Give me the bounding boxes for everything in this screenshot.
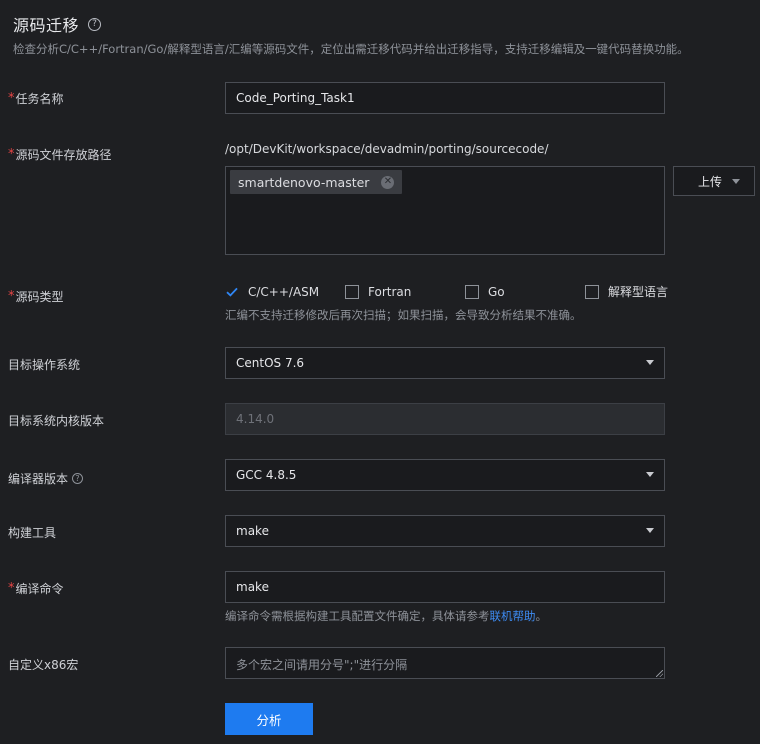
checkbox-interpreted[interactable]: 解释型语言 <box>585 283 668 300</box>
chevron-down-icon <box>646 472 654 477</box>
chevron-down-icon <box>732 179 740 184</box>
resize-handle[interactable] <box>656 670 663 677</box>
online-help-link[interactable]: 联机帮助 <box>490 609 536 623</box>
chevron-down-icon <box>646 360 654 365</box>
x86-macro-label: 自定义x86宏 <box>8 658 79 672</box>
compiler-version-label: 编译器版本 ? <box>8 470 84 487</box>
close-icon[interactable]: ✕ <box>381 175 395 189</box>
task-name-label: * 任务名称 <box>8 91 64 106</box>
kernel-version-input: 4.14.0 <box>225 403 665 435</box>
page-title: 源码迁移 <box>13 16 80 35</box>
checkbox-c-cpp-asm[interactable]: C/C++/ASM <box>225 283 345 300</box>
checkbox-fortran[interactable]: Fortran <box>345 283 465 300</box>
source-type-label: * 源码类型 <box>8 289 64 304</box>
required-mark: * <box>8 91 15 106</box>
source-files-box[interactable]: smartdenovo-master ✕ <box>225 166 665 255</box>
target-os-select[interactable]: CentOS 7.6 <box>225 347 665 379</box>
x86-macro-textarea[interactable]: 多个宏之间请用分号";"进行分隔 <box>225 647 665 679</box>
checkbox-icon <box>585 284 599 299</box>
compile-cmd-hint: 编译命令需根据构建工具配置文件确定，具体请参考联机帮助。 <box>225 609 547 623</box>
file-tag: smartdenovo-master ✕ <box>230 170 403 194</box>
task-name-input[interactable]: Code_Porting_Task1 <box>225 82 665 114</box>
checkbox-go[interactable]: Go <box>465 283 585 300</box>
build-tool-select[interactable]: make <box>225 515 665 547</box>
help-icon[interactable]: ? <box>88 17 102 31</box>
checkbox-icon <box>345 284 359 299</box>
source-type-hint: 汇编不支持迁移修改后再次扫描；如果扫描，会导致分析结果不准确。 <box>225 308 582 322</box>
page-header: 源码迁移 ? <box>13 12 102 36</box>
compile-cmd-input[interactable]: make <box>225 571 665 603</box>
build-tool-label: 构建工具 <box>8 526 57 540</box>
source-porting-page: 源码迁移 ? 检查分析C/C++/Fortran/Go/解释型语言/汇编等源码文… <box>0 0 760 744</box>
source-path-text: /opt/DevKit/workspace/devadmin/porting/s… <box>225 142 549 156</box>
page-subtitle: 检查分析C/C++/Fortran/Go/解释型语言/汇编等源码文件，定位出需迁… <box>13 42 689 56</box>
required-mark: * <box>8 289 15 304</box>
help-icon[interactable]: ? <box>72 473 84 484</box>
kernel-version-label: 目标系统内核版本 <box>8 414 105 428</box>
checkbox-icon <box>465 284 479 299</box>
analyze-button[interactable]: 分析 <box>225 703 313 735</box>
required-mark: * <box>8 581 15 596</box>
upload-button[interactable]: 上传 <box>673 166 755 196</box>
target-os-label: 目标操作系统 <box>8 358 81 372</box>
chevron-down-icon <box>646 528 654 533</box>
source-type-options: C/C++/ASM Fortran Go 解释型语言 <box>225 283 668 300</box>
source-path-label: * 源码文件存放路径 <box>8 147 112 162</box>
checkmark-icon <box>225 285 239 299</box>
compiler-version-select[interactable]: GCC 4.8.5 <box>225 459 665 491</box>
required-mark: * <box>8 147 15 162</box>
compile-cmd-label: * 编译命令 <box>8 581 64 596</box>
